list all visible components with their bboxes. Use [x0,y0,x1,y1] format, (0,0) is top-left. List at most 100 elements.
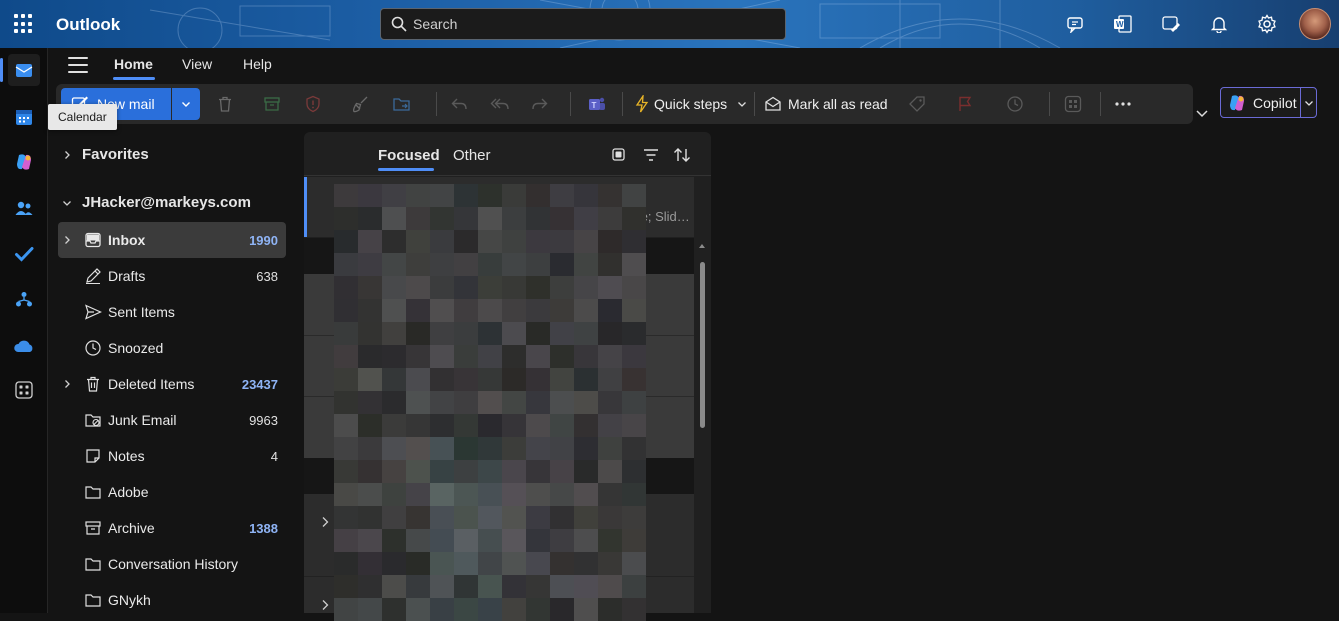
new-mail-dropdown[interactable] [172,88,200,120]
folder-archive[interactable]: Archive 1388 [58,510,286,546]
scrollbar[interactable] [696,244,708,613]
flag-icon[interactable] [954,93,976,115]
mark-all-as-read-button[interactable]: Mark all as read [788,96,888,112]
tab-focused[interactable]: Focused [378,147,440,164]
pixel-block [382,230,406,253]
account-header[interactable]: JHacker@markeys.com [62,194,251,211]
pixel-block [550,483,574,506]
onedrive-cloud-icon[interactable] [8,330,40,362]
pixel-block [622,483,646,506]
chevron-right-icon[interactable] [320,599,330,611]
folder-junk-email[interactable]: Junk Email 9963 [58,402,286,438]
org-explorer-icon[interactable] [8,284,40,316]
pixel-block [550,368,574,391]
tag-icon[interactable] [906,93,928,115]
folder-inbox[interactable]: Inbox 1990 [58,222,286,258]
apps-grid-icon[interactable] [1062,93,1084,115]
folder-deleted-items[interactable]: Deleted Items 23437 [58,366,286,402]
snooze-clock-icon[interactable] [1004,93,1026,115]
quick-steps-button[interactable]: Quick steps [654,96,727,112]
scrollbar-thumb[interactable] [700,262,705,428]
copilot-dropdown[interactable] [1300,88,1316,117]
folder-name: Sent Items [108,304,175,320]
copilot-label: Copilot [1253,94,1297,111]
pixel-block [454,506,478,529]
people-icon[interactable] [8,192,40,224]
folder-conversation-history[interactable]: Conversation History [58,546,286,582]
folder-notes[interactable]: Notes 4 [58,438,286,474]
scroll-up-arrow-icon[interactable] [699,244,705,248]
pixel-block [478,276,502,299]
teams-icon[interactable]: T [586,93,608,115]
copilot-app-icon[interactable] [8,146,40,178]
app-launcher-icon[interactable] [14,14,34,34]
move-to-folder-icon[interactable] [391,93,413,115]
pixel-block [598,322,622,345]
pixel-block [526,437,550,460]
archive-icon[interactable] [261,93,283,115]
quick-steps-bolt-icon[interactable] [631,93,653,115]
pixel-block [454,322,478,345]
ribbon-expand-chevron-icon[interactable] [1195,106,1209,120]
mail-icon[interactable] [8,54,40,86]
settings-gear-icon[interactable] [1255,12,1279,36]
pixel-block [334,437,358,460]
meet-now-icon[interactable] [1063,12,1087,36]
tab-other[interactable]: Other [453,147,491,164]
todo-check-icon[interactable] [8,238,40,270]
more-options-ellipsis-icon[interactable] [1112,93,1134,115]
folder-drafts[interactable]: Drafts 638 [58,258,286,294]
word-icon[interactable]: W [1111,12,1135,36]
tab-help[interactable]: Help [243,56,272,72]
copilot-button[interactable]: Copilot [1220,87,1317,118]
whats-new-icon[interactable] [1159,12,1183,36]
tab-view[interactable]: View [182,56,212,72]
redaction-pixelation [334,184,646,621]
sort-icon[interactable] [672,145,692,165]
search-input[interactable]: Search [380,8,786,40]
favorites-header[interactable]: Favorites [62,146,149,163]
pixel-block [502,391,526,414]
pixel-block [574,230,598,253]
calendar-icon[interactable] [8,101,40,133]
pixel-block [526,230,550,253]
chevron-right-icon[interactable] [320,516,330,528]
pixel-block [598,368,622,391]
folder-adobe[interactable]: Adobe [58,474,286,510]
select-mode-icon[interactable] [609,145,629,165]
pixel-block [382,460,406,483]
pixel-block [406,207,430,230]
chevron-down-icon [1304,100,1313,106]
forward-icon[interactable] [529,93,551,115]
reply-all-icon[interactable] [489,93,511,115]
notifications-bell-icon[interactable] [1207,12,1231,36]
pixel-block [502,437,526,460]
pixel-block [598,184,622,207]
avatar[interactable] [1299,8,1331,40]
filter-icon[interactable] [641,145,661,165]
pixel-block [574,207,598,230]
pixel-block [622,391,646,414]
reply-icon[interactable] [448,93,470,115]
pixel-block [478,322,502,345]
more-apps-icon[interactable] [8,374,40,406]
pixel-block [358,253,382,276]
tab-home[interactable]: Home [114,56,153,72]
folder-snoozed[interactable]: Snoozed [58,330,286,366]
app-title[interactable]: Outlook [56,15,120,35]
pixel-block [526,253,550,276]
chevron-right-icon[interactable] [58,235,76,245]
mark-read-envelope-icon[interactable] [762,93,784,115]
quick-steps-chevron-down-icon[interactable] [731,93,753,115]
chevron-right-icon[interactable] [58,379,76,389]
pixel-block [430,391,454,414]
pixel-block [334,345,358,368]
app-rail [0,48,48,613]
folder-sent-items[interactable]: Sent Items [58,294,286,330]
hamburger-menu-icon[interactable] [68,57,88,73]
delete-icon[interactable] [214,93,236,115]
favorites-label: Favorites [82,146,149,163]
pixel-block [334,368,358,391]
report-shield-icon[interactable] [302,93,324,115]
sweep-broom-icon[interactable] [350,93,372,115]
